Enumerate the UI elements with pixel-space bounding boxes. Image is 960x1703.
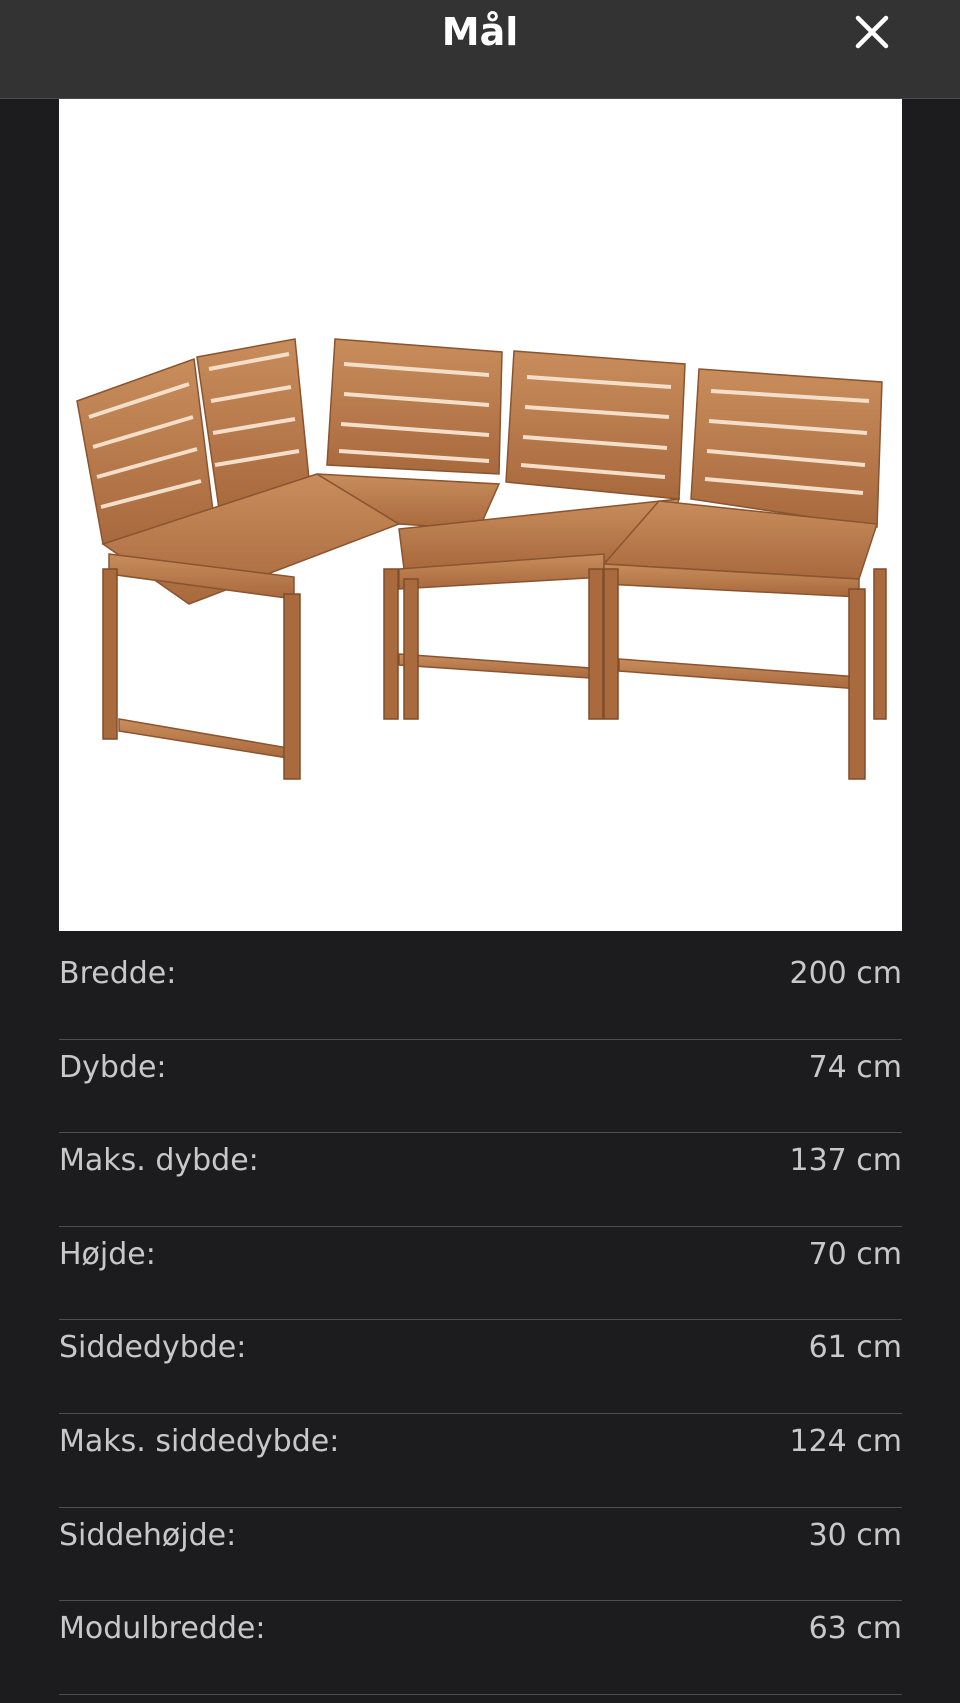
spec-value: 30 cm xyxy=(808,1517,902,1553)
top-bar: Mål xyxy=(0,0,960,99)
sofa-illustration xyxy=(76,338,887,780)
spec-value: 74 cm xyxy=(808,1049,902,1085)
spec-label: Modulbredde: xyxy=(59,1611,266,1647)
spec-row-siddehojde: Siddehøjde: 30 cm xyxy=(59,1508,902,1602)
page-title: Mål xyxy=(441,10,519,54)
spec-value: 61 cm xyxy=(808,1330,902,1366)
spec-row-bredde: Bredde: 200 cm xyxy=(59,946,902,1040)
close-button[interactable] xyxy=(848,10,896,54)
spec-value: 70 cm xyxy=(808,1236,902,1272)
spec-row-dybde: Dybde: 74 cm xyxy=(59,1040,902,1134)
spec-row-siddedybde: Siddedybde: 61 cm xyxy=(59,1320,902,1414)
spec-value: 63 cm xyxy=(808,1611,902,1647)
spec-value: 137 cm xyxy=(789,1143,902,1179)
spec-label: Bredde: xyxy=(59,956,177,991)
spec-label: Siddedybde: xyxy=(59,1330,247,1366)
dimension-list: Bredde: 200 cm Dybde: 74 cm Maks. dybde:… xyxy=(59,946,902,1695)
spec-label: Siddehøjde: xyxy=(59,1517,237,1553)
spec-row-maks-siddedybde: Maks. siddedybde: 124 cm xyxy=(59,1414,902,1508)
spec-label: Højde: xyxy=(59,1236,156,1272)
spec-value: 124 cm xyxy=(789,1423,902,1459)
spec-label: Maks. siddedybde: xyxy=(59,1423,340,1459)
spec-row-maks-dybde: Maks. dybde: 137 cm xyxy=(59,1133,902,1227)
spec-label: Maks. dybde: xyxy=(59,1143,259,1179)
product-image xyxy=(59,99,902,931)
spec-row-modulbredde: Modulbredde: 63 cm xyxy=(59,1601,902,1695)
close-icon xyxy=(855,15,889,49)
spec-value: 200 cm xyxy=(789,956,902,991)
spec-label: Dybde: xyxy=(59,1049,167,1085)
spec-row-hojde: Højde: 70 cm xyxy=(59,1227,902,1321)
